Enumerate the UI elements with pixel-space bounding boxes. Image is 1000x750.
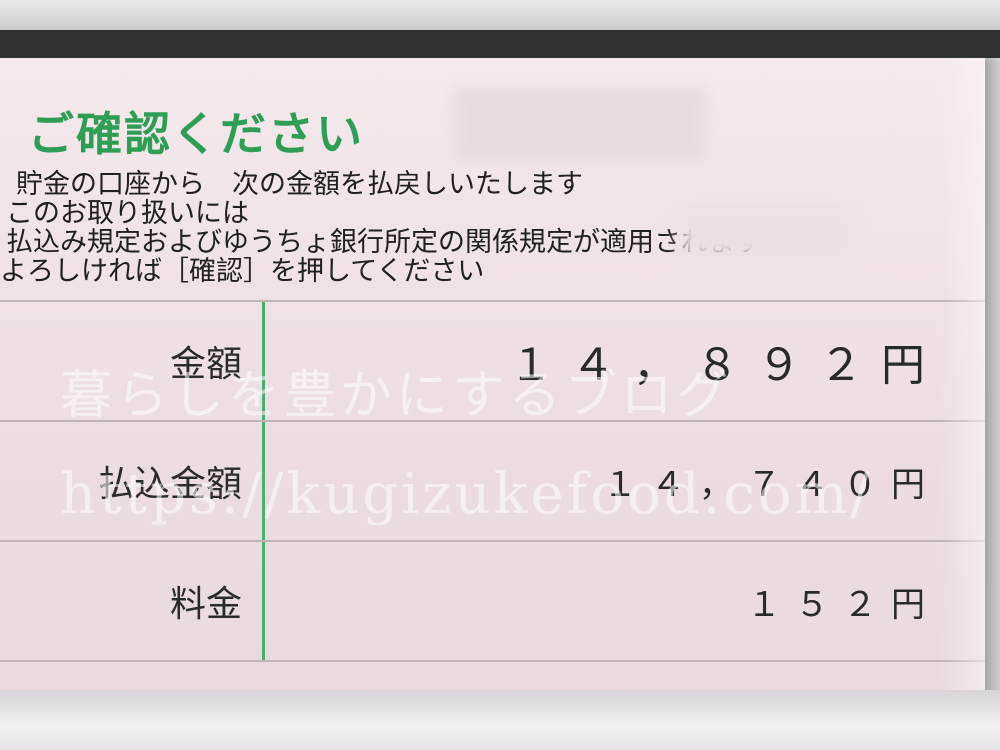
fee-number: １５２ (747, 584, 891, 625)
amount-number: １４，８９２ (509, 340, 881, 391)
table-row-amount: 金額 １４，８９２ 円 (0, 302, 985, 422)
column-divider (262, 542, 265, 660)
atm-screen: ご確認ください 貯金の口座から 次の金額を払戻しいたします このお取り扱いには … (0, 58, 985, 694)
payment-amount-number: １４，７４０ (603, 464, 891, 505)
page-title: ご確認ください (28, 107, 364, 161)
screen-glare (940, 58, 1000, 694)
atm-bezel-strip (0, 30, 1000, 58)
message-line: 貯金の口座から 次の金額を払戻しいたします (16, 169, 583, 200)
blurred-region (455, 88, 705, 158)
fee-label: 料金 (169, 584, 242, 625)
column-divider (262, 302, 265, 420)
amount-table: 金額 １４，８９２ 円 払込金額 １４，７４０ 円 料金 １５２ 円 (0, 300, 985, 662)
blurred-region (680, 208, 850, 258)
amount-value: １４，８９２ 円 (270, 302, 925, 420)
atm-bezel-bottom (0, 690, 1000, 750)
message-line: よろしければ［確認］を押してください (0, 256, 485, 287)
payment-amount-label: 払込金額 (97, 464, 242, 505)
table-row-fee: 料金 １５２ 円 (0, 542, 985, 662)
table-row-payment-amount: 払込金額 １４，７４０ 円 (0, 422, 985, 542)
currency-unit: 円 (891, 464, 925, 505)
currency-unit: 円 (891, 584, 925, 625)
column-divider (262, 422, 265, 540)
fee-value: １５２ 円 (270, 542, 925, 660)
currency-unit: 円 (881, 340, 925, 391)
payment-amount-value: １４，７４０ 円 (270, 422, 925, 540)
amount-label: 金額 (169, 344, 242, 385)
